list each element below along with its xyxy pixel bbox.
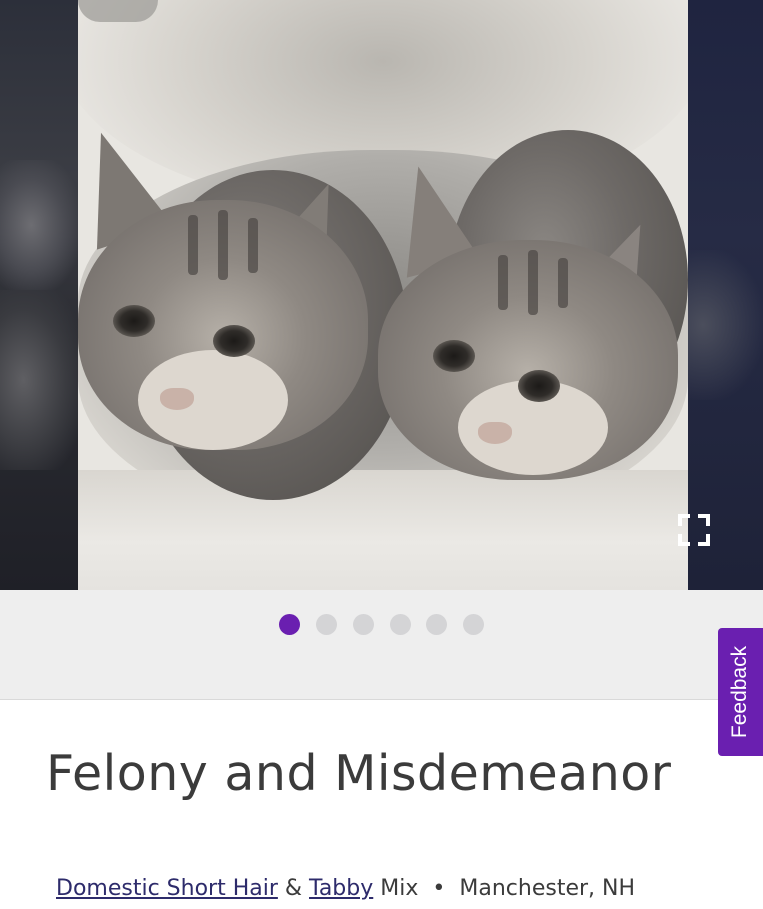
gallery-next-blur [688,0,763,590]
expand-icon[interactable] [676,512,712,548]
pet-meta: Domestic Short Hair & Tabby Mix • Manchest… [56,876,635,901]
feedback-button[interactable]: Feedback [718,628,763,756]
breed-amp: & [284,876,303,901]
meta-bullet: • [432,876,446,901]
pagination-dot-3[interactable] [353,614,374,635]
gallery-pagination [0,590,763,700]
pagination-dot-6[interactable] [463,614,484,635]
breed-primary-link[interactable]: Domestic Short Hair [56,876,278,901]
pet-location: Manchester, NH [459,876,636,901]
photo-gallery[interactable] [0,0,763,590]
pet-photo[interactable] [78,0,688,590]
pagination-dot-2[interactable] [316,614,337,635]
kitten-left [78,120,408,530]
gallery-prev-blur [0,0,78,590]
breed-mix-label: Mix [380,876,419,901]
pagination-dot-4[interactable] [390,614,411,635]
kitten-right [378,130,688,510]
breed-secondary-link[interactable]: Tabby [309,876,373,901]
feedback-label: Feedback [728,645,752,739]
pet-name: Felony and Misdemeanor [46,745,672,802]
pagination-dot-5[interactable] [426,614,447,635]
pagination-dot-1[interactable] [279,614,300,635]
